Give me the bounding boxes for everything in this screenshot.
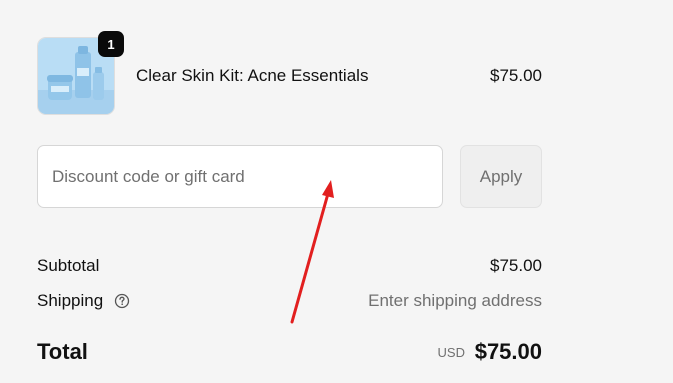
shipping-label-group: Shipping xyxy=(37,291,130,314)
subtotal-value: $75.00 xyxy=(490,256,542,275)
currency-code: USD xyxy=(437,345,465,360)
total-label: Total xyxy=(37,339,88,364)
subtotal-label: Subtotal xyxy=(37,256,100,275)
product-price: $75.00 xyxy=(490,66,542,85)
total-value: $75.00 xyxy=(474,339,542,364)
quantity-badge: 1 xyxy=(98,31,124,57)
discount-code-input[interactable] xyxy=(37,145,443,208)
total-value-group: USD $75.00 xyxy=(438,339,542,365)
line-item: 1 Clear Skin Kit: Acne Essentials $75.00 xyxy=(37,31,542,116)
product-name: Clear Skin Kit: Acne Essentials xyxy=(136,66,369,85)
shipping-label: Shipping xyxy=(37,291,104,310)
question-circle-icon[interactable] xyxy=(114,293,130,314)
shipping-value: Enter shipping address xyxy=(368,291,542,310)
apply-discount-button[interactable]: Apply xyxy=(460,145,542,208)
